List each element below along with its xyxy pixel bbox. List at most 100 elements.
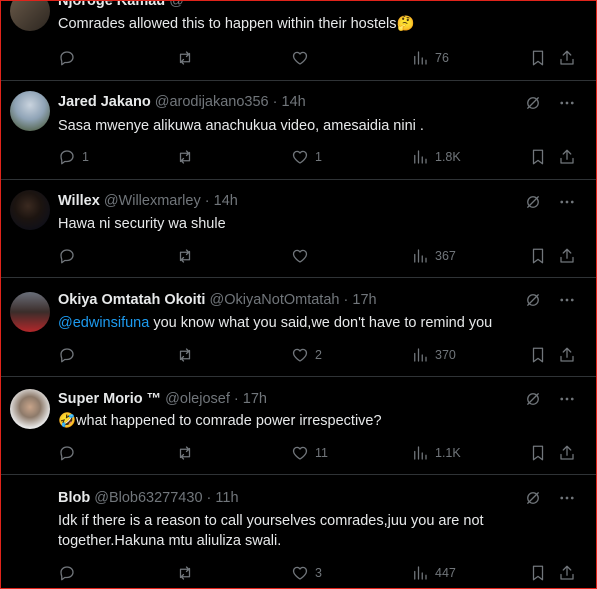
author-name[interactable]: Okiya Omtatah Okoiti [58, 292, 205, 308]
reply-button[interactable] [58, 563, 76, 583]
retweet-button[interactable] [176, 443, 194, 463]
more-icon[interactable] [558, 193, 576, 211]
retweet-button[interactable] [176, 345, 194, 365]
grok-icon[interactable] [524, 291, 542, 309]
views-button[interactable]: 447 [411, 563, 456, 583]
avatar[interactable] [10, 389, 50, 429]
retweet-button[interactable] [176, 48, 194, 68]
share-icon [560, 50, 574, 65]
retweet-icon [179, 566, 191, 580]
like-button[interactable]: 3 [291, 563, 322, 583]
reply-tweet[interactable]: Willex @Willexmarley · 14h Hawa ni secur… [1, 180, 596, 278]
views-button[interactable]: 1.8K [411, 147, 461, 167]
avatar[interactable] [10, 292, 50, 332]
view-count: 447 [435, 566, 456, 580]
author-handle[interactable]: @OkiyaNotOmtatah [210, 292, 340, 308]
bookmark-button[interactable] [529, 443, 547, 463]
reply-tweet[interactable]: Super Morio ™ @olejosef · 17h 🤣what happ… [1, 377, 596, 475]
author-name[interactable]: Super Morio ™ [58, 391, 161, 407]
author-name[interactable]: Willex [58, 193, 100, 209]
reply-button[interactable] [58, 345, 76, 365]
retweet-button[interactable] [176, 246, 194, 266]
avatar[interactable] [10, 190, 50, 230]
share-icon [560, 149, 574, 164]
author-handle[interactable]: @Willexmarley [104, 193, 201, 209]
separator-dot: · [343, 292, 349, 308]
like-button[interactable] [291, 246, 309, 266]
like-button[interactable] [291, 48, 309, 68]
bookmark-button[interactable] [529, 563, 547, 583]
author-name[interactable]: Blob [58, 490, 90, 506]
tweet-actions: 367 [58, 246, 582, 266]
bookmark-icon [532, 565, 544, 581]
author-name[interactable]: Njoroge Kamau [58, 1, 165, 9]
reply-tweet[interactable]: Okiya Omtatah Okoiti @OkiyaNotOmtatah · … [1, 278, 596, 377]
reply-button[interactable]: 1 [58, 147, 89, 167]
timestamp[interactable]: 14h [214, 193, 238, 209]
bookmark-button[interactable] [529, 246, 547, 266]
avatar[interactable] [10, 487, 50, 527]
share-button[interactable] [558, 246, 576, 266]
timestamp[interactable]: 17h [243, 391, 267, 407]
heart-icon [292, 249, 308, 263]
separator-dot: · [206, 490, 212, 506]
bookmark-button[interactable] [529, 147, 547, 167]
like-button[interactable]: 11 [291, 443, 328, 463]
bookmark-button[interactable] [529, 345, 547, 365]
more-icon[interactable] [558, 94, 576, 112]
grok-icon[interactable] [524, 193, 542, 211]
author-handle[interactable]: @ [169, 1, 184, 9]
reply-tweet[interactable]: Njoroge Kamau @ Comrades allowed this to… [1, 1, 596, 81]
bookmark-button[interactable] [529, 48, 547, 68]
like-button[interactable]: 1 [291, 147, 322, 167]
retweet-button[interactable] [176, 563, 194, 583]
share-button[interactable] [558, 563, 576, 583]
retweet-button[interactable] [176, 147, 194, 167]
grok-icon[interactable] [524, 489, 542, 507]
author-handle[interactable]: @olejosef [165, 391, 230, 407]
avatar[interactable] [10, 91, 50, 131]
views-button[interactable]: 76 [411, 48, 449, 68]
reply-button[interactable] [58, 246, 76, 266]
retweet-icon [179, 249, 191, 263]
grok-icon[interactable] [524, 94, 542, 112]
share-button[interactable] [558, 345, 576, 365]
tweet-menu [524, 390, 576, 408]
share-button[interactable] [558, 147, 576, 167]
timestamp[interactable]: 17h [352, 292, 376, 308]
reply-button[interactable] [58, 48, 82, 68]
timestamp[interactable]: 14h [282, 94, 306, 110]
avatar[interactable] [10, 1, 50, 31]
views-button[interactable]: 370 [411, 345, 456, 365]
author-handle[interactable]: @Blob63277430 [94, 490, 202, 506]
tweet-header: Blob @Blob63277430 · 11h [58, 490, 239, 506]
share-icon [560, 565, 574, 580]
bookmark-icon [532, 445, 544, 461]
reply-button[interactable] [58, 443, 76, 463]
separator-dot: · [272, 94, 278, 110]
views-button[interactable]: 367 [411, 246, 456, 266]
reply-tweet[interactable]: Jared Jakano @arodijakano356 · 14h Sasa … [1, 81, 596, 180]
views-icon [414, 51, 427, 65]
more-icon[interactable] [558, 291, 576, 309]
mention-link[interactable]: @edwinsifuna [58, 315, 149, 331]
retweet-icon [179, 348, 191, 362]
more-icon[interactable] [558, 489, 576, 507]
like-count: 11 [315, 446, 328, 460]
author-handle[interactable]: @arodijakano356 [155, 94, 269, 110]
heart-icon [292, 348, 308, 362]
like-button[interactable]: 2 [291, 345, 322, 365]
share-button[interactable] [558, 48, 576, 68]
reply-icon [60, 566, 74, 581]
heart-icon [292, 446, 308, 460]
reply-tweet[interactable]: Blob @Blob63277430 · 11h Idk if there is… [1, 475, 596, 588]
tweet-header: Jared Jakano @arodijakano356 · 14h [58, 94, 306, 110]
more-icon[interactable] [558, 390, 576, 408]
tweet-menu [524, 489, 576, 507]
share-button[interactable] [558, 443, 576, 463]
author-name[interactable]: Jared Jakano [58, 94, 151, 110]
timestamp[interactable]: 11h [215, 490, 238, 506]
views-button[interactable]: 1.1K [411, 443, 461, 463]
like-count: 3 [315, 566, 322, 580]
grok-icon[interactable] [524, 390, 542, 408]
